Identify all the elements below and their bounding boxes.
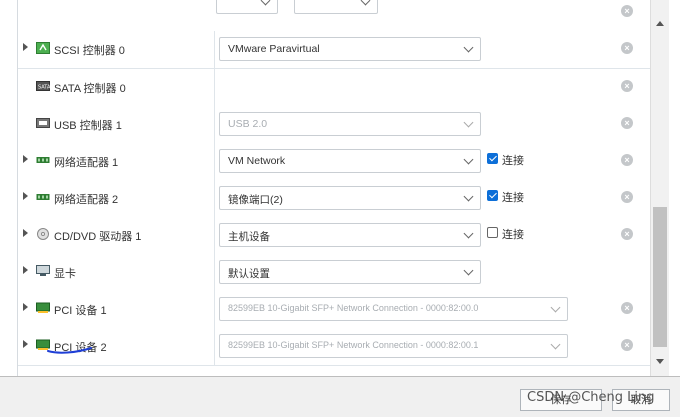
- pci-device-icon: [36, 302, 50, 313]
- partial-select-2[interactable]: [294, 0, 378, 14]
- device-row-usb: USB 控制器 1 USB 2.0 ×: [18, 106, 651, 144]
- chevron-down-icon: [360, 0, 371, 6]
- cd-dvd-select[interactable]: 主机设备: [219, 223, 481, 247]
- expand-arrow-icon[interactable]: [23, 340, 28, 348]
- expand-arrow-icon[interactable]: [23, 229, 28, 237]
- device-row-network-1: 网络适配器 1 VM Network 连接 ×: [18, 143, 651, 181]
- connect-label: 连接: [502, 192, 524, 204]
- device-label: 显卡: [54, 268, 76, 280]
- connect-checkbox[interactable]: [487, 153, 498, 164]
- svg-text:SATA: SATA: [38, 85, 50, 91]
- chevron-down-icon: [463, 154, 474, 165]
- device-label: USB 控制器 1: [54, 120, 122, 132]
- usb-type-select[interactable]: USB 2.0: [219, 112, 481, 136]
- connect-checkbox[interactable]: [487, 190, 498, 201]
- expand-arrow-icon[interactable]: [23, 303, 28, 311]
- network-adapter-icon: [36, 194, 50, 200]
- remove-icon[interactable]: ×: [621, 117, 633, 129]
- scroll-thumb[interactable]: [653, 207, 667, 347]
- expand-arrow-icon[interactable]: [23, 43, 28, 51]
- device-row-pci-2: PCI 设备 2 82599EB 10-Gigabit SFP+ Network…: [18, 328, 651, 366]
- scsi-type-select[interactable]: VMware Paravirtual: [219, 37, 481, 61]
- device-row-pci-1: PCI 设备 1 82599EB 10-Gigabit SFP+ Network…: [18, 291, 651, 329]
- network-adapter-icon: [36, 157, 50, 163]
- watermark-text: CSDN @Cheng Ling: [527, 390, 655, 405]
- remove-icon[interactable]: ×: [621, 339, 633, 351]
- sata-controller-icon: SATA: [36, 81, 50, 91]
- device-row-cd-dvd: CD/DVD 驱动器 1 主机设备 连接 ×: [18, 217, 651, 255]
- cd-dvd-icon: [37, 228, 49, 240]
- chevron-down-icon: [260, 0, 271, 6]
- device-label: SATA 控制器 0: [54, 83, 126, 95]
- vm-edit-settings-window: × SCSI 控制器 0 VMware Paravirtual × SATA S…: [0, 0, 680, 417]
- chevron-down-icon: [550, 339, 561, 350]
- connect-label: 连接: [502, 155, 524, 167]
- expand-arrow-icon[interactable]: [23, 192, 28, 200]
- virtual-hardware-panel: × SCSI 控制器 0 VMware Paravirtual × SATA S…: [17, 0, 651, 376]
- chevron-down-icon: [463, 42, 474, 53]
- chevron-down-icon: [463, 117, 474, 128]
- expand-arrow-icon[interactable]: [23, 155, 28, 163]
- device-label: PCI 设备 1: [54, 305, 107, 317]
- annotation-underline: [47, 347, 92, 354]
- connect-checkbox[interactable]: [487, 227, 498, 238]
- remove-icon[interactable]: ×: [621, 228, 633, 240]
- device-row-sata: SATA SATA 控制器 0 ×: [18, 69, 651, 107]
- vertical-scrollbar[interactable]: [650, 0, 669, 376]
- remove-icon[interactable]: ×: [621, 80, 633, 92]
- pci-1-select[interactable]: 82599EB 10-Gigabit SFP+ Network Connecti…: [219, 297, 568, 321]
- expand-arrow-icon[interactable]: [23, 266, 28, 274]
- chevron-down-icon: [463, 228, 474, 239]
- device-label: 网络适配器 1: [54, 157, 119, 169]
- device-label: SCSI 控制器 0: [54, 45, 125, 57]
- scroll-up-arrow-icon[interactable]: [656, 21, 664, 26]
- device-row-video-card: 显卡 默认设置: [18, 254, 651, 292]
- chevron-down-icon: [463, 191, 474, 202]
- device-row-network-2: 网络适配器 2 镜像端口(2) 连接 ×: [18, 180, 651, 218]
- pci-2-select[interactable]: 82599EB 10-Gigabit SFP+ Network Connecti…: [219, 334, 568, 358]
- remove-icon[interactable]: ×: [621, 5, 633, 17]
- device-row-scsi: SCSI 控制器 0 VMware Paravirtual ×: [18, 31, 651, 69]
- network-2-select[interactable]: 镜像端口(2): [219, 186, 481, 210]
- remove-icon[interactable]: ×: [621, 154, 633, 166]
- video-card-icon: [36, 265, 50, 276]
- video-card-select[interactable]: 默认设置: [219, 260, 481, 284]
- chevron-down-icon: [463, 265, 474, 276]
- chevron-down-icon: [550, 302, 561, 313]
- scsi-controller-icon: [36, 42, 50, 54]
- usb-controller-icon: [36, 118, 50, 128]
- remove-icon[interactable]: ×: [621, 191, 633, 203]
- connect-label: 连接: [502, 229, 524, 241]
- partial-top-row: ×: [18, 0, 651, 32]
- device-label: 网络适配器 2: [54, 194, 119, 206]
- remove-icon[interactable]: ×: [621, 42, 633, 54]
- remove-icon[interactable]: ×: [621, 302, 633, 314]
- network-1-select[interactable]: VM Network: [219, 149, 481, 173]
- partial-select-1[interactable]: [216, 0, 278, 14]
- scroll-down-arrow-icon[interactable]: [656, 359, 664, 364]
- device-label: CD/DVD 驱动器 1: [54, 231, 142, 243]
